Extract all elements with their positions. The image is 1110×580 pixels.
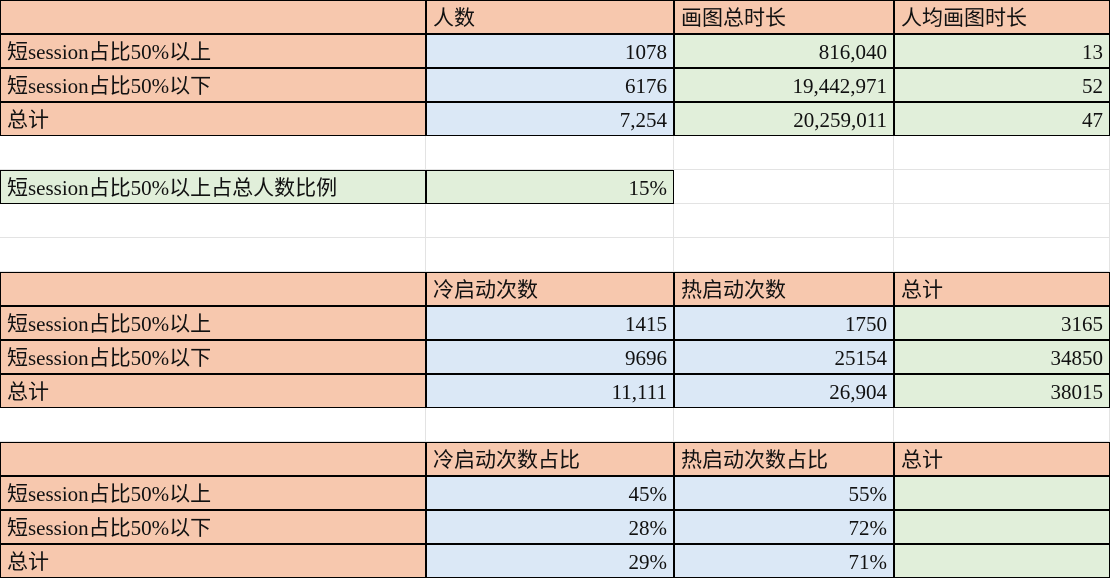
table-cell[interactable]: 55% xyxy=(674,476,894,510)
table-cell[interactable]: 人均画图时长 xyxy=(894,0,1110,34)
table-cell[interactable]: 短session占比50%以下 xyxy=(0,68,426,102)
table-cell[interactable] xyxy=(894,170,1110,204)
table-cell[interactable] xyxy=(674,408,894,442)
table-cell[interactable] xyxy=(894,204,1110,238)
table-cell[interactable]: 冷启动次数 xyxy=(426,272,674,306)
table-row xyxy=(0,136,1110,170)
table-cell[interactable]: 52 xyxy=(894,68,1110,102)
table-row: 总计 11,111 26,904 38015 xyxy=(0,374,1110,408)
table-cell[interactable]: 19,442,971 xyxy=(674,68,894,102)
spreadsheet-grid: 人数 画图总时长 人均画图时长 短session占比50%以上 1078 816,040 1… xyxy=(0,0,1110,580)
table-cell[interactable]: 短session占比50%以上 xyxy=(0,34,426,68)
table-row: 短session占比50%以上占总人数比例 15% xyxy=(0,170,1110,204)
table-cell[interactable]: 热启动次数 xyxy=(674,272,894,306)
table-cell[interactable] xyxy=(426,408,674,442)
table-cell[interactable] xyxy=(0,238,426,272)
table-cell[interactable] xyxy=(894,476,1110,510)
table-cell[interactable] xyxy=(0,408,426,442)
table-cell[interactable]: 短session占比50%以上 xyxy=(0,306,426,340)
table-cell[interactable]: 29% xyxy=(426,544,674,578)
table-cell[interactable] xyxy=(0,204,426,238)
table-cell[interactable]: 1078 xyxy=(426,34,674,68)
table-cell[interactable]: 短session占比50%以下 xyxy=(0,510,426,544)
table-row: 短session占比50%以上 45% 55% xyxy=(0,476,1110,510)
table-cell[interactable]: 25154 xyxy=(674,340,894,374)
table-cell[interactable] xyxy=(674,170,894,204)
table-cell[interactable]: 总计 xyxy=(0,374,426,408)
table-cell[interactable]: 冷启动次数占比 xyxy=(426,442,674,476)
table-cell[interactable] xyxy=(894,510,1110,544)
table-cell[interactable]: 71% xyxy=(674,544,894,578)
table-cell[interactable]: 20,259,011 xyxy=(674,102,894,136)
table-cell[interactable] xyxy=(0,136,426,170)
table-cell[interactable]: 9696 xyxy=(426,340,674,374)
table-cell[interactable]: 热启动次数占比 xyxy=(674,442,894,476)
table-cell[interactable]: 72% xyxy=(674,510,894,544)
table-row: 总计 29% 71% xyxy=(0,544,1110,578)
table-cell[interactable] xyxy=(0,442,426,476)
table-cell[interactable]: 38015 xyxy=(894,374,1110,408)
table-row xyxy=(0,238,1110,272)
table-cell[interactable]: 总计 xyxy=(0,544,426,578)
table-cell[interactable]: 15% xyxy=(426,170,674,204)
table-row: 人数 画图总时长 人均画图时长 xyxy=(0,0,1110,34)
table-cell[interactable] xyxy=(426,136,674,170)
table-row: 总计 7,254 20,259,011 47 xyxy=(0,102,1110,136)
table-cell[interactable]: 26,904 xyxy=(674,374,894,408)
table-row: 冷启动次数占比 热启动次数占比 总计 xyxy=(0,442,1110,476)
table-row: 短session占比50%以下 28% 72% xyxy=(0,510,1110,544)
table-cell[interactable]: 7,254 xyxy=(426,102,674,136)
table-cell[interactable]: 1415 xyxy=(426,306,674,340)
table-row: 短session占比50%以下 9696 25154 34850 xyxy=(0,340,1110,374)
table-cell[interactable]: 45% xyxy=(426,476,674,510)
table-row xyxy=(0,408,1110,442)
table-row: 短session占比50%以下 6176 19,442,971 52 xyxy=(0,68,1110,102)
table-cell[interactable]: 11,111 xyxy=(426,374,674,408)
table-cell[interactable]: 人数 xyxy=(426,0,674,34)
table-cell[interactable]: 13 xyxy=(894,34,1110,68)
table-row xyxy=(0,204,1110,238)
table-cell[interactable]: 短session占比50%以下 xyxy=(0,340,426,374)
table-cell[interactable] xyxy=(674,238,894,272)
table-cell[interactable]: 47 xyxy=(894,102,1110,136)
table-cell[interactable]: 28% xyxy=(426,510,674,544)
table-cell[interactable] xyxy=(426,238,674,272)
table-cell[interactable] xyxy=(894,136,1110,170)
table-cell[interactable]: 画图总时长 xyxy=(674,0,894,34)
table-cell[interactable]: 1750 xyxy=(674,306,894,340)
table-cell[interactable] xyxy=(0,272,426,306)
table-cell[interactable]: 34850 xyxy=(894,340,1110,374)
table-cell[interactable]: 6176 xyxy=(426,68,674,102)
table-cell[interactable] xyxy=(426,204,674,238)
table-cell[interactable]: 816,040 xyxy=(674,34,894,68)
table-row: 短session占比50%以上 1078 816,040 13 xyxy=(0,34,1110,68)
table-cell[interactable] xyxy=(0,0,426,34)
table-cell[interactable]: 短session占比50%以上 xyxy=(0,476,426,510)
table-row: 短session占比50%以上 1415 1750 3165 xyxy=(0,306,1110,340)
table-cell[interactable]: 总计 xyxy=(0,102,426,136)
table-cell[interactable] xyxy=(674,136,894,170)
table-cell[interactable] xyxy=(894,544,1110,578)
table-row: 冷启动次数 热启动次数 总计 xyxy=(0,272,1110,306)
table-cell[interactable]: 总计 xyxy=(894,272,1110,306)
table-cell[interactable] xyxy=(674,204,894,238)
table-cell[interactable]: 3165 xyxy=(894,306,1110,340)
table-cell[interactable]: 总计 xyxy=(894,442,1110,476)
table-cell[interactable]: 短session占比50%以上占总人数比例 xyxy=(0,170,426,204)
table-cell[interactable] xyxy=(894,408,1110,442)
table-cell[interactable] xyxy=(894,238,1110,272)
